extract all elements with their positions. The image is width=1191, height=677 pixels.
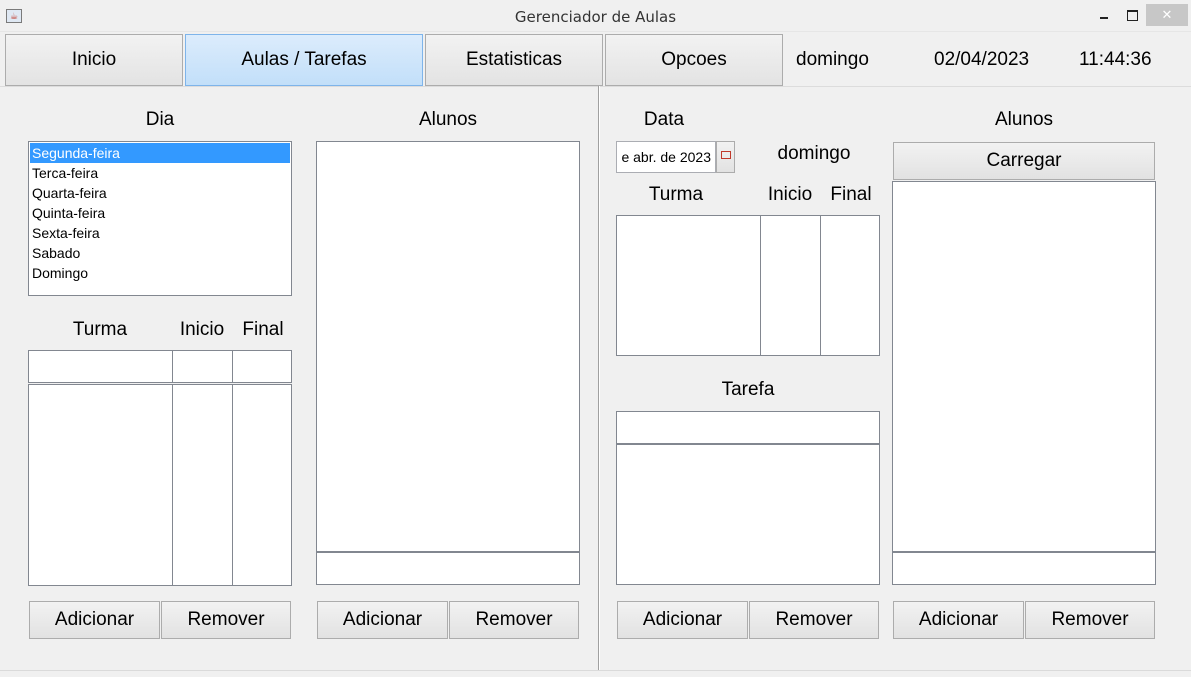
- window-title: Gerenciador de Aulas: [514, 8, 677, 26]
- inicio-col-label: Inicio: [179, 319, 225, 340]
- list-item[interactable]: Sexta-feira: [30, 223, 290, 243]
- day-turma-list[interactable]: [616, 215, 761, 356]
- list-item[interactable]: Sabado: [30, 243, 290, 263]
- remove-class-button[interactable]: Remover: [161, 601, 291, 639]
- bottom-border: [0, 670, 1191, 671]
- remove-task-button[interactable]: Remover: [749, 601, 879, 639]
- date-field[interactable]: e abr. de 2023: [616, 141, 716, 173]
- inicio-input[interactable]: [172, 350, 233, 383]
- students-list[interactable]: [316, 141, 580, 552]
- final-col-label: Final: [242, 319, 284, 340]
- inicio-col-label: Inicio: [767, 184, 813, 205]
- close-icon: ✕: [1161, 7, 1173, 22]
- day-final-list[interactable]: [820, 215, 880, 356]
- panel-divider: [598, 86, 600, 670]
- final-input[interactable]: [232, 350, 292, 383]
- minimize-icon: [1100, 17, 1108, 19]
- maximize-button[interactable]: [1118, 4, 1146, 26]
- add-student-button[interactable]: Adicionar: [317, 601, 448, 639]
- selected-weekday: domingo: [777, 143, 851, 164]
- minimize-button[interactable]: [1090, 4, 1118, 26]
- list-item[interactable]: Domingo: [30, 263, 290, 283]
- attendance-list[interactable]: [892, 181, 1156, 552]
- maximize-icon: [1127, 10, 1138, 21]
- list-item[interactable]: Quinta-feira: [30, 203, 290, 223]
- header-divider: [0, 86, 1191, 87]
- close-button[interactable]: ✕: [1146, 4, 1188, 26]
- attendance-input[interactable]: [892, 552, 1156, 585]
- header-time: 11:44:36: [1079, 49, 1152, 70]
- dia-label: Dia: [145, 109, 175, 130]
- turma-col-label: Turma: [72, 319, 128, 340]
- list-item[interactable]: Quarta-feira: [30, 183, 290, 203]
- final-list[interactable]: [232, 384, 292, 586]
- final-col-label: Final: [830, 184, 872, 205]
- day-inicio-list[interactable]: [760, 215, 821, 356]
- alunos-label: Alunos: [418, 109, 478, 130]
- tab-estatisticas[interactable]: Estatisticas: [425, 34, 603, 86]
- data-label: Data: [643, 109, 685, 130]
- alunos-label: Alunos: [994, 109, 1054, 130]
- add-attendance-button[interactable]: Adicionar: [893, 601, 1024, 639]
- header-weekday: domingo: [796, 49, 869, 70]
- task-input[interactable]: [616, 411, 880, 444]
- turma-input[interactable]: [28, 350, 173, 383]
- remove-student-button[interactable]: Remover: [449, 601, 579, 639]
- load-button[interactable]: Carregar: [893, 142, 1155, 180]
- list-item[interactable]: Terca-feira: [30, 163, 290, 183]
- tarefa-label: Tarefa: [721, 379, 775, 400]
- day-list[interactable]: Segunda-feira Terca-feira Quarta-feira Q…: [28, 141, 292, 296]
- turma-list[interactable]: [28, 384, 173, 586]
- turma-col-label: Turma: [648, 184, 704, 205]
- calendar-icon: [721, 151, 731, 159]
- remove-attendance-button[interactable]: Remover: [1025, 601, 1155, 639]
- task-list[interactable]: [616, 444, 880, 585]
- list-item[interactable]: Segunda-feira: [30, 143, 290, 163]
- header-date: 02/04/2023: [934, 49, 1030, 70]
- tab-opcoes[interactable]: Opcoes: [605, 34, 783, 86]
- inicio-list[interactable]: [172, 384, 233, 586]
- add-task-button[interactable]: Adicionar: [617, 601, 748, 639]
- calendar-button[interactable]: [716, 141, 735, 173]
- student-input[interactable]: [316, 552, 580, 585]
- tab-inicio[interactable]: Inicio: [5, 34, 183, 86]
- tab-aulas-tarefas[interactable]: Aulas / Tarefas: [185, 34, 423, 86]
- add-class-button[interactable]: Adicionar: [29, 601, 160, 639]
